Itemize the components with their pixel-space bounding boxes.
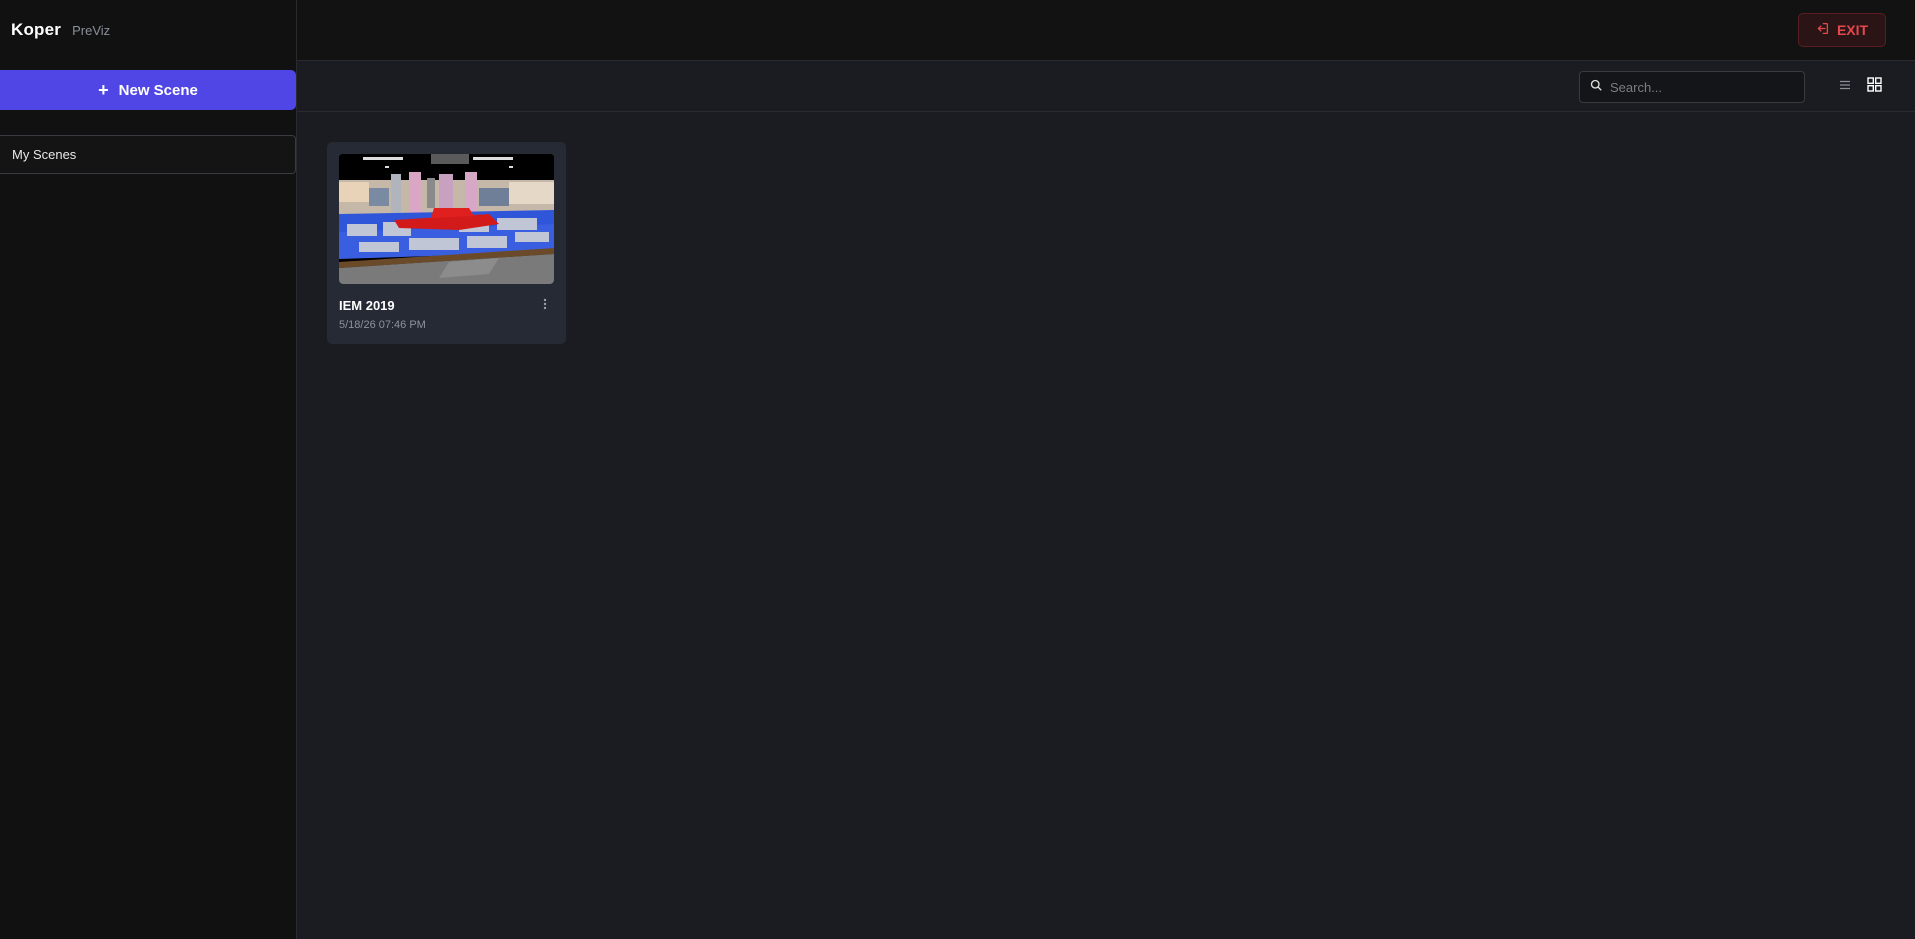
new-scene-label: New Scene [118,81,198,99]
more-vertical-icon [543,297,547,315]
list-view-icon [1839,78,1851,96]
brand-subtitle: PreViz [72,23,111,38]
brand-name: Koper [11,20,62,39]
toolbar [297,61,1915,112]
brand: Koper PreViz [11,20,110,42]
sidebar-item-my-scenes[interactable]: My Scenes [0,135,296,174]
scene-menu-button[interactable] [538,297,552,315]
top-bar: EXIT [297,0,1915,61]
grid-view-icon [1866,77,1882,97]
scene-card[interactable]: IEM 2019 5/18/26 07:46 PM [327,142,566,344]
search-icon [1590,78,1602,96]
sidebar: Koper PreViz + New Scene My Scenes [0,0,297,939]
exit-icon [1816,22,1829,38]
plus-icon: + [98,80,109,100]
scene-title: IEM 2019 [339,298,395,313]
grid-view-button[interactable] [1863,76,1885,98]
scene-thumbnail [339,154,554,284]
search-box [1579,71,1805,103]
list-view-button[interactable] [1834,76,1856,98]
exit-button[interactable]: EXIT [1798,13,1886,47]
sidebar-item-label: My Scenes [12,147,77,162]
search-input[interactable] [1610,79,1790,95]
scene-date: 5/18/26 07:46 PM [339,319,426,331]
exit-label: EXIT [1836,22,1869,38]
new-scene-button[interactable]: + New Scene [0,70,296,110]
